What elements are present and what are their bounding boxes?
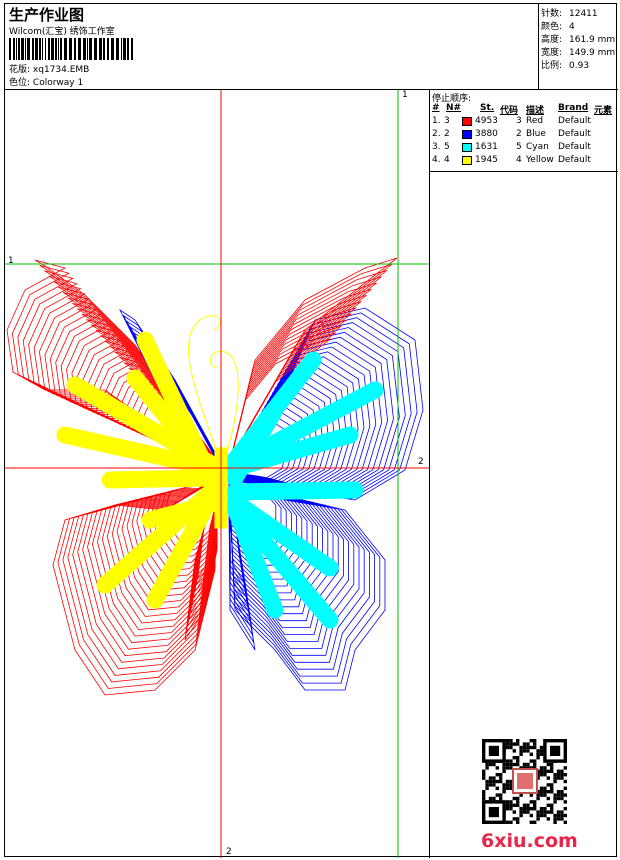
guide-marker-left: 1 [8,256,14,266]
design-stats: 针数: 12411 颜色: 4 高度: 161.9 mm 宽度: 149.9 mm 比例… [539,4,618,90]
stop-stitches: 1945 [475,155,498,165]
stop-stitches: 1631 [475,142,498,152]
stop-needle: 4 [444,155,450,165]
colorway-value: Colorway 1 [32,78,84,88]
design-label: 花版: [9,65,31,75]
stop-index: 4. [432,155,441,165]
colorway-label: 色位: [9,78,31,88]
header-info: 生产作业图 Wilcom(汇宝) 绣饰工作室 花版: xq1734.EMB 色位… [5,4,539,90]
stop-brand: Default [558,129,591,139]
stop-desc: Yellow [526,155,554,165]
site-watermark: 6xiu.com [481,830,578,852]
guide-marker-top: 1 [402,90,408,100]
guide-marker-bottom: 2 [226,847,232,857]
design-name: 花版: xq1734.EMB [9,62,89,75]
stat-scale: 比例: 0.93 [541,61,590,71]
stop-code: 3 [516,116,522,126]
stop-index: 3. [432,142,441,152]
stop-sequence-header: # N# St. 代码 描述 Brand 元素 [432,103,613,116]
color-swatch [462,156,472,165]
design-value: xq1734.EMB [32,65,90,75]
color-swatch [462,143,472,152]
stop-row: 4. 4 1945 4 Yellow Default [432,155,616,168]
page-title: 生产作业图 [9,6,85,24]
stop-brand: Default [558,155,591,165]
stop-brand: Default [558,142,591,152]
production-sheet: 生产作业图 Wilcom(汇宝) 绣饰工作室 花版: xq1734.EMB 色位… [4,3,618,858]
design-preview: 1 1 2 2 [5,90,430,858]
barcode-image [9,38,133,60]
color-swatch [462,117,472,126]
stop-needle: 5 [444,142,450,152]
stop-index: 1. [432,116,441,126]
stop-desc: Blue [526,129,546,139]
stop-brand: Default [558,116,591,126]
colorway: 色位: Colorway 1 [9,75,83,88]
stat-colors: 颜色: 4 [541,22,575,32]
stop-code: 4 [516,155,522,165]
stat-height: 高度: 161.9 mm [541,35,616,45]
stop-sequence-table: 停止顺序: # N# St. 代码 描述 Brand 元素 1. 3 4953 3 Re… [430,90,618,172]
stop-code: 2 [516,129,522,139]
stop-stitches: 3880 [475,129,498,139]
stop-stitches: 4953 [475,116,498,126]
company-name: Wilcom(汇宝) 绣饰工作室 [9,27,115,37]
stat-stitches: 针数: 12411 [541,9,598,19]
color-swatch [462,130,472,139]
stop-needle: 2 [444,129,450,139]
stat-width: 宽度: 149.9 mm [541,48,616,58]
guide-marker-right: 2 [418,457,424,467]
stop-row: 2. 2 3880 2 Blue Default [432,129,616,142]
stop-row: 1. 3 4953 3 Red Default [432,116,616,129]
stop-code: 5 [516,142,522,152]
stop-needle: 3 [444,116,450,126]
butterfly-embroidery [5,90,429,858]
stop-row: 3. 5 1631 5 Cyan Default [432,142,616,155]
qr-code-image [482,739,567,824]
stop-desc: Red [526,116,544,126]
stop-index: 2. [432,129,441,139]
stop-desc: Cyan [526,142,549,152]
